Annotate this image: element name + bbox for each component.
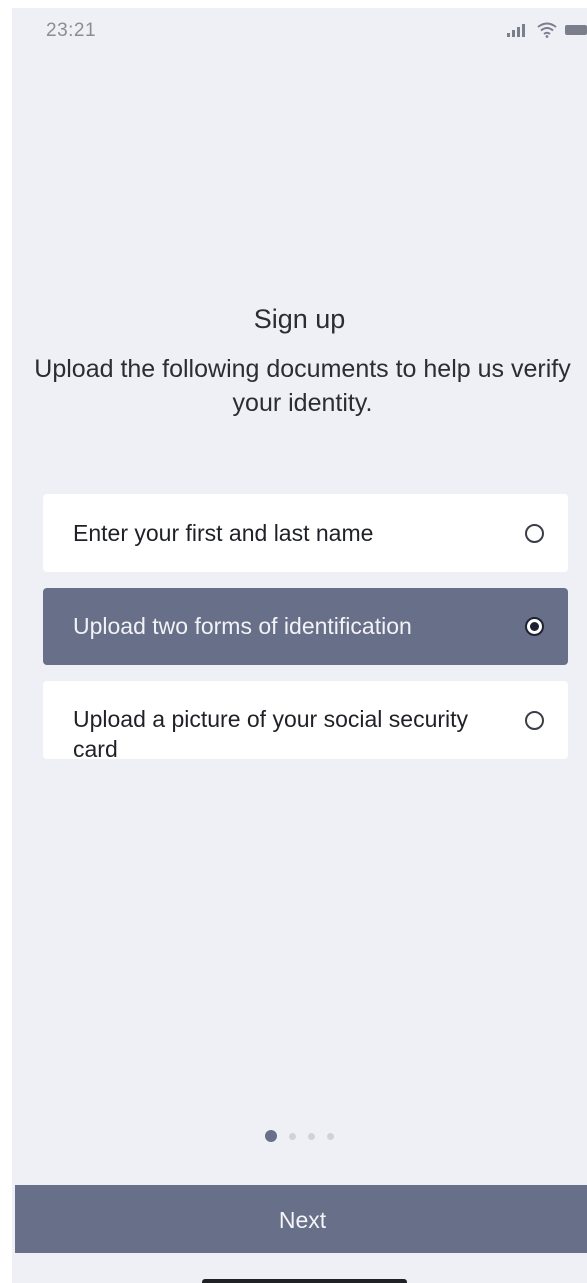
signup-screen: 23:21 Sign up Upload the following docum… bbox=[12, 8, 587, 1283]
page-dot bbox=[327, 1132, 334, 1140]
option-upload-social-security-card[interactable]: Upload a picture of your social security… bbox=[43, 681, 568, 762]
battery-icon bbox=[565, 25, 587, 35]
page-indicator bbox=[265, 1130, 334, 1142]
option-label: Enter your first and last name bbox=[73, 520, 374, 546]
status-bar: 23:21 bbox=[12, 8, 587, 52]
status-icons bbox=[507, 22, 587, 38]
option-upload-identification[interactable]: Upload two forms of identification bbox=[43, 588, 568, 665]
signal-icon bbox=[507, 24, 525, 37]
status-time: 23:21 bbox=[46, 20, 97, 41]
page-subtitle: Upload the following documents to help u… bbox=[34, 355, 571, 417]
page-dot bbox=[308, 1132, 315, 1140]
radio-button-selected[interactable] bbox=[525, 617, 544, 636]
page-dot-active bbox=[265, 1130, 277, 1142]
option-label: Upload two forms of identification bbox=[73, 613, 412, 639]
option-enter-name[interactable]: Enter your first and last name bbox=[43, 494, 568, 572]
option-label: Upload a picture of your social security… bbox=[73, 706, 469, 762]
home-indicator[interactable] bbox=[202, 1279, 407, 1283]
page-dot bbox=[289, 1132, 296, 1140]
wifi-icon bbox=[537, 22, 557, 38]
radio-button[interactable] bbox=[525, 711, 544, 730]
radio-button[interactable] bbox=[525, 524, 544, 543]
radio-selected-dot bbox=[530, 622, 539, 631]
next-button[interactable]: Next bbox=[15, 1185, 587, 1253]
page-title: Sign up bbox=[253, 304, 346, 334]
